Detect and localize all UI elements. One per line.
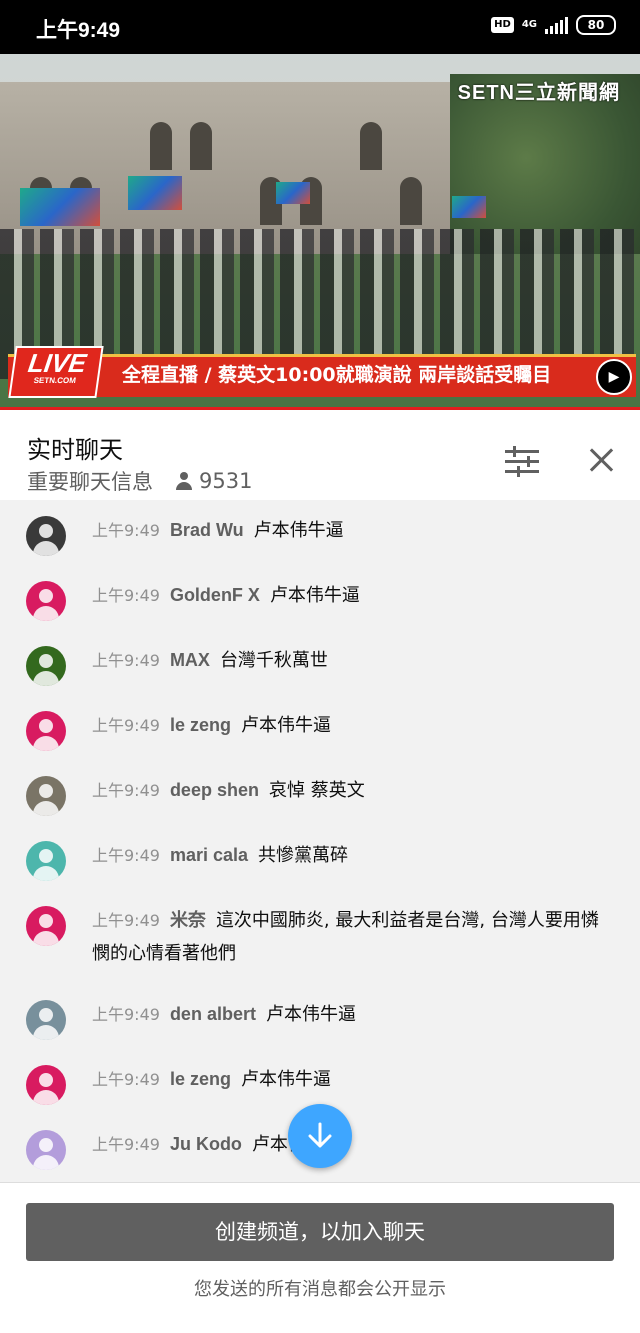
- message-timestamp: 上午9:49: [92, 521, 160, 540]
- message-timestamp: 上午9:49: [92, 1070, 160, 1089]
- viewers-icon: [175, 472, 193, 490]
- stage-screen: [128, 176, 182, 210]
- battery-icon: 80: [576, 15, 616, 35]
- ticker-text: 全程直播 / 蔡英文10:00就職演說 兩岸談話受矚目: [122, 364, 552, 386]
- message-text: 卢本伟牛逼: [269, 585, 360, 606]
- message-timestamp: 上午9:49: [92, 911, 160, 930]
- status-time: 上午9:49: [36, 19, 121, 42]
- arrow-down-icon: [308, 1122, 332, 1148]
- chat-message[interactable]: 上午9:49 mari cala 共慘黨萬碎: [0, 825, 640, 890]
- avatar[interactable]: [26, 1000, 66, 1040]
- message-text: 共慘黨萬碎: [258, 845, 348, 866]
- message-author[interactable]: mari cala: [170, 845, 248, 865]
- chat-message[interactable]: 上午9:49 le zeng 卢本伟牛逼: [0, 695, 640, 760]
- live-badge: LIVE SETN.COM: [8, 346, 104, 398]
- message-timestamp: 上午9:49: [92, 1135, 160, 1154]
- avatar[interactable]: [26, 516, 66, 556]
- chat-footer: 创建频道，以加入聊天 您发送的所有消息都会公开显示: [0, 1182, 640, 1333]
- scroll-to-bottom-button[interactable]: [288, 1104, 352, 1168]
- avatar[interactable]: [26, 841, 66, 881]
- message-timestamp: 上午9:49: [92, 716, 160, 735]
- stage-screen: [20, 188, 100, 226]
- message-author[interactable]: 米奈: [170, 910, 206, 930]
- chat-mode-selector[interactable]: 重要聊天信息 9531: [27, 466, 252, 496]
- signal-icon: [545, 16, 568, 34]
- stage-screen: [276, 182, 310, 204]
- filter-settings-icon[interactable]: [505, 446, 539, 477]
- avatar[interactable]: [26, 1130, 66, 1170]
- chat-title: 实时聊天: [27, 436, 123, 464]
- avatar[interactable]: [26, 906, 66, 946]
- message-author[interactable]: GoldenF X: [170, 585, 260, 605]
- status-icons: HD 4G 80: [491, 15, 616, 35]
- chat-message[interactable]: 上午9:49 deep shen 哀悼 蔡英文: [0, 760, 640, 825]
- chat-mode-label[interactable]: 重要聊天信息: [27, 466, 153, 496]
- message-timestamp: 上午9:49: [92, 651, 160, 670]
- message-author[interactable]: Brad Wu: [170, 520, 244, 540]
- chat-message[interactable]: 上午9:49 den albert 卢本伟牛逼: [0, 984, 640, 1049]
- message-text: 這次中國肺炎, 最大利益者是台灣, 台灣人要用憐憫的心情看著他們: [92, 910, 599, 964]
- chat-message-list[interactable]: 上午9:49 Brad Wu 卢本伟牛逼 上午9:49 GoldenF X 卢本伟牛逼 上午…: [0, 500, 640, 1182]
- message-text: 卢本伟牛逼: [265, 1004, 356, 1025]
- close-icon[interactable]: [588, 447, 614, 473]
- avatar[interactable]: [26, 1065, 66, 1105]
- chat-message[interactable]: 上午9:49 米奈 這次中國肺炎, 最大利益者是台灣, 台灣人要用憐憫的心情看著他們: [0, 890, 640, 984]
- hd-icon: HD: [491, 17, 514, 33]
- message-author[interactable]: den albert: [170, 1004, 256, 1024]
- chat-message[interactable]: 上午9:49 MAX 台灣千秋萬世: [0, 630, 640, 695]
- message-author[interactable]: le zeng: [170, 715, 231, 735]
- message-author[interactable]: le zeng: [170, 1069, 231, 1089]
- avatar[interactable]: [26, 581, 66, 621]
- message-timestamp: 上午9:49: [92, 846, 160, 865]
- message-text: 卢本伟牛逼: [240, 1069, 331, 1090]
- message-text: 台灣千秋萬世: [219, 650, 328, 671]
- chat-message[interactable]: 上午9:49 Brad Wu 卢本伟牛逼: [0, 500, 640, 565]
- network-type: 4G: [521, 19, 537, 30]
- chat-message[interactable]: 上午9:49 GoldenF X 卢本伟牛逼: [0, 565, 640, 630]
- chat-header: 实时聊天 重要聊天信息 9531: [0, 410, 640, 510]
- message-text: 卢本伟牛逼: [240, 715, 331, 736]
- message-timestamp: 上午9:49: [92, 781, 160, 800]
- live-sub-label: SETN.COM: [33, 376, 77, 385]
- avatar[interactable]: [26, 711, 66, 751]
- live-label: LIVE: [26, 348, 89, 378]
- message-author[interactable]: MAX: [170, 650, 210, 670]
- create-channel-button[interactable]: 创建频道，以加入聊天: [26, 1203, 614, 1261]
- play-icon[interactable]: ▶: [596, 359, 632, 395]
- viewer-count: 9531: [199, 469, 253, 493]
- message-timestamp: 上午9:49: [92, 1005, 160, 1024]
- message-text: 卢本伟牛逼: [253, 520, 344, 541]
- public-message-note: 您发送的所有消息都会公开显示: [194, 1279, 446, 1300]
- channel-logo: SETN三立新聞網: [457, 82, 620, 104]
- status-bar: 上午9:49 HD 4G 80: [0, 0, 640, 54]
- message-author[interactable]: Ju Kodo: [170, 1134, 242, 1154]
- video-player[interactable]: SETN三立新聞網 LIVE SETN.COM 全程直播 / 蔡英文10:00就…: [0, 54, 640, 410]
- stage-screen: [452, 196, 486, 218]
- message-author[interactable]: deep shen: [170, 780, 259, 800]
- message-timestamp: 上午9:49: [92, 586, 160, 605]
- avatar[interactable]: [26, 776, 66, 816]
- avatar[interactable]: [26, 646, 66, 686]
- message-text: 哀悼 蔡英文: [268, 780, 365, 801]
